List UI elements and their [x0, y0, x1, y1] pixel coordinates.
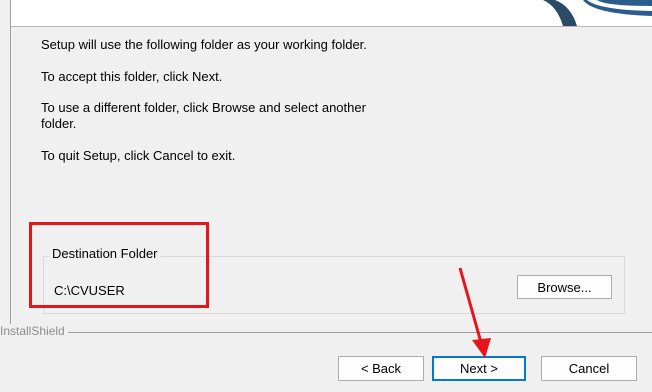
left-divider: [10, 0, 11, 330]
installer-logo-graphic: [535, 0, 652, 26]
instruction-text-browse-1: To use a different folder, click Browse …: [41, 100, 366, 115]
instruction-text-cancel: To quit Setup, click Cancel to exit.: [41, 148, 236, 163]
instruction-text-folder: Setup will use the following folder as y…: [41, 37, 367, 52]
footer-divider: [60, 332, 652, 333]
header-divider: [11, 26, 652, 27]
browse-button[interactable]: Browse...: [517, 275, 612, 299]
red-arrow-icon: [458, 267, 491, 358]
instruction-text-next: To accept this folder, click Next.: [41, 69, 223, 84]
instruction-text-browse-2: folder.: [41, 116, 77, 131]
back-button[interactable]: < Back: [338, 356, 424, 381]
cancel-button[interactable]: Cancel: [541, 356, 637, 381]
installshield-brand-label: InstallShield: [0, 324, 68, 338]
highlight-box: [29, 222, 209, 308]
